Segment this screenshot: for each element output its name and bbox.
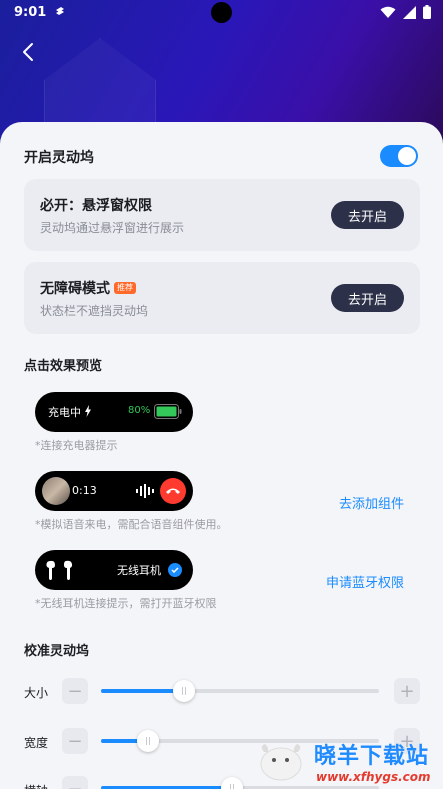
- charging-preview-pill[interactable]: 充电中 80%: [35, 392, 193, 432]
- battery-full-icon: [154, 404, 182, 419]
- call-timer: 0:13: [72, 484, 97, 497]
- earbuds-icon: [46, 560, 73, 580]
- calibrate-section-title: 校准灵动坞: [24, 644, 90, 659]
- recommend-badge: 推荐: [114, 282, 136, 294]
- wifi-icon: [380, 6, 396, 18]
- width-decrease-button[interactable]: −: [62, 728, 88, 754]
- horizontal-decrease-button[interactable]: −: [62, 776, 88, 789]
- chevron-left-icon: [23, 43, 33, 61]
- preview-section-title: 点击效果预览: [24, 359, 103, 374]
- status-time: 9:01: [14, 5, 47, 20]
- slider-thumb[interactable]: [221, 777, 243, 789]
- card-title-text: 无障碍模式: [40, 281, 110, 297]
- charging-label: 充电中: [48, 406, 81, 419]
- back-button[interactable]: [14, 38, 42, 66]
- size-decrease-button[interactable]: −: [62, 678, 88, 704]
- voice-wave-icon: [136, 484, 154, 498]
- cellular-icon: [403, 5, 416, 19]
- size-slider[interactable]: [101, 680, 379, 702]
- notification-icon: [56, 7, 64, 15]
- lightning-icon: [85, 405, 91, 417]
- size-increase-button[interactable]: +: [394, 678, 420, 704]
- camera-cutout: [211, 2, 232, 23]
- earbuds-preview-pill[interactable]: 无线耳机: [35, 550, 193, 590]
- width-slider-label: 宽度: [24, 736, 49, 750]
- earbuds-label: 无线耳机: [117, 564, 161, 577]
- add-widget-link[interactable]: 去添加组件: [339, 493, 404, 512]
- slider-thumb[interactable]: [173, 680, 195, 702]
- hangup-button[interactable]: [160, 478, 186, 504]
- slider-fill: [101, 689, 184, 693]
- main-toggle-switch[interactable]: [380, 145, 418, 167]
- call-caption: *模拟语音来电，需配合语音组件使用。: [35, 518, 228, 531]
- accessibility-card: 无障碍模式 推荐 状态栏不遮挡灵动坞 去开启: [24, 262, 420, 334]
- watermark-title: 晓羊下载站: [314, 744, 430, 769]
- toggle-knob: [398, 147, 416, 165]
- settings-sheet: 开启灵动坞 必开：悬浮窗权限 灵动坞通过悬浮窗进行展示 去开启 无障碍模式 推荐 …: [0, 122, 443, 789]
- sheep-logo-icon: [260, 744, 302, 781]
- card-subtitle: 灵动坞通过悬浮窗进行展示: [40, 221, 185, 235]
- request-bluetooth-link[interactable]: 申请蓝牙权限: [326, 572, 404, 591]
- charging-caption: *连接充电器提示: [35, 439, 118, 452]
- card-title: 必开：悬浮窗权限: [40, 198, 152, 214]
- phone-hangup-icon: [166, 488, 180, 494]
- battery-icon: [423, 5, 431, 19]
- card-subtitle: 状态栏不遮挡灵动坞: [40, 304, 149, 318]
- earbuds-caption: *无线耳机连接提示，需打开蓝牙权限: [35, 597, 217, 610]
- horizontal-slider-label: 横轴: [24, 782, 48, 789]
- enable-accessibility-button[interactable]: 去开启: [331, 284, 404, 312]
- battery-percent: 80%: [128, 405, 151, 416]
- check-icon: [168, 563, 182, 577]
- overlay-permission-card: 必开：悬浮窗权限 灵动坞通过悬浮窗进行展示 去开启: [24, 179, 420, 251]
- watermark: 晓羊下载站 www.xfhygs.com: [256, 728, 443, 789]
- size-slider-label: 大小: [24, 686, 49, 700]
- main-switch-label: 开启灵动坞: [24, 150, 94, 166]
- slider-thumb[interactable]: [137, 730, 159, 752]
- enable-overlay-button[interactable]: 去开启: [331, 201, 404, 229]
- card-title: 无障碍模式 推荐: [40, 278, 136, 298]
- call-preview-pill[interactable]: 0:13: [35, 471, 193, 511]
- caller-avatar: [42, 477, 70, 505]
- watermark-url: www.xfhygs.com: [316, 770, 431, 784]
